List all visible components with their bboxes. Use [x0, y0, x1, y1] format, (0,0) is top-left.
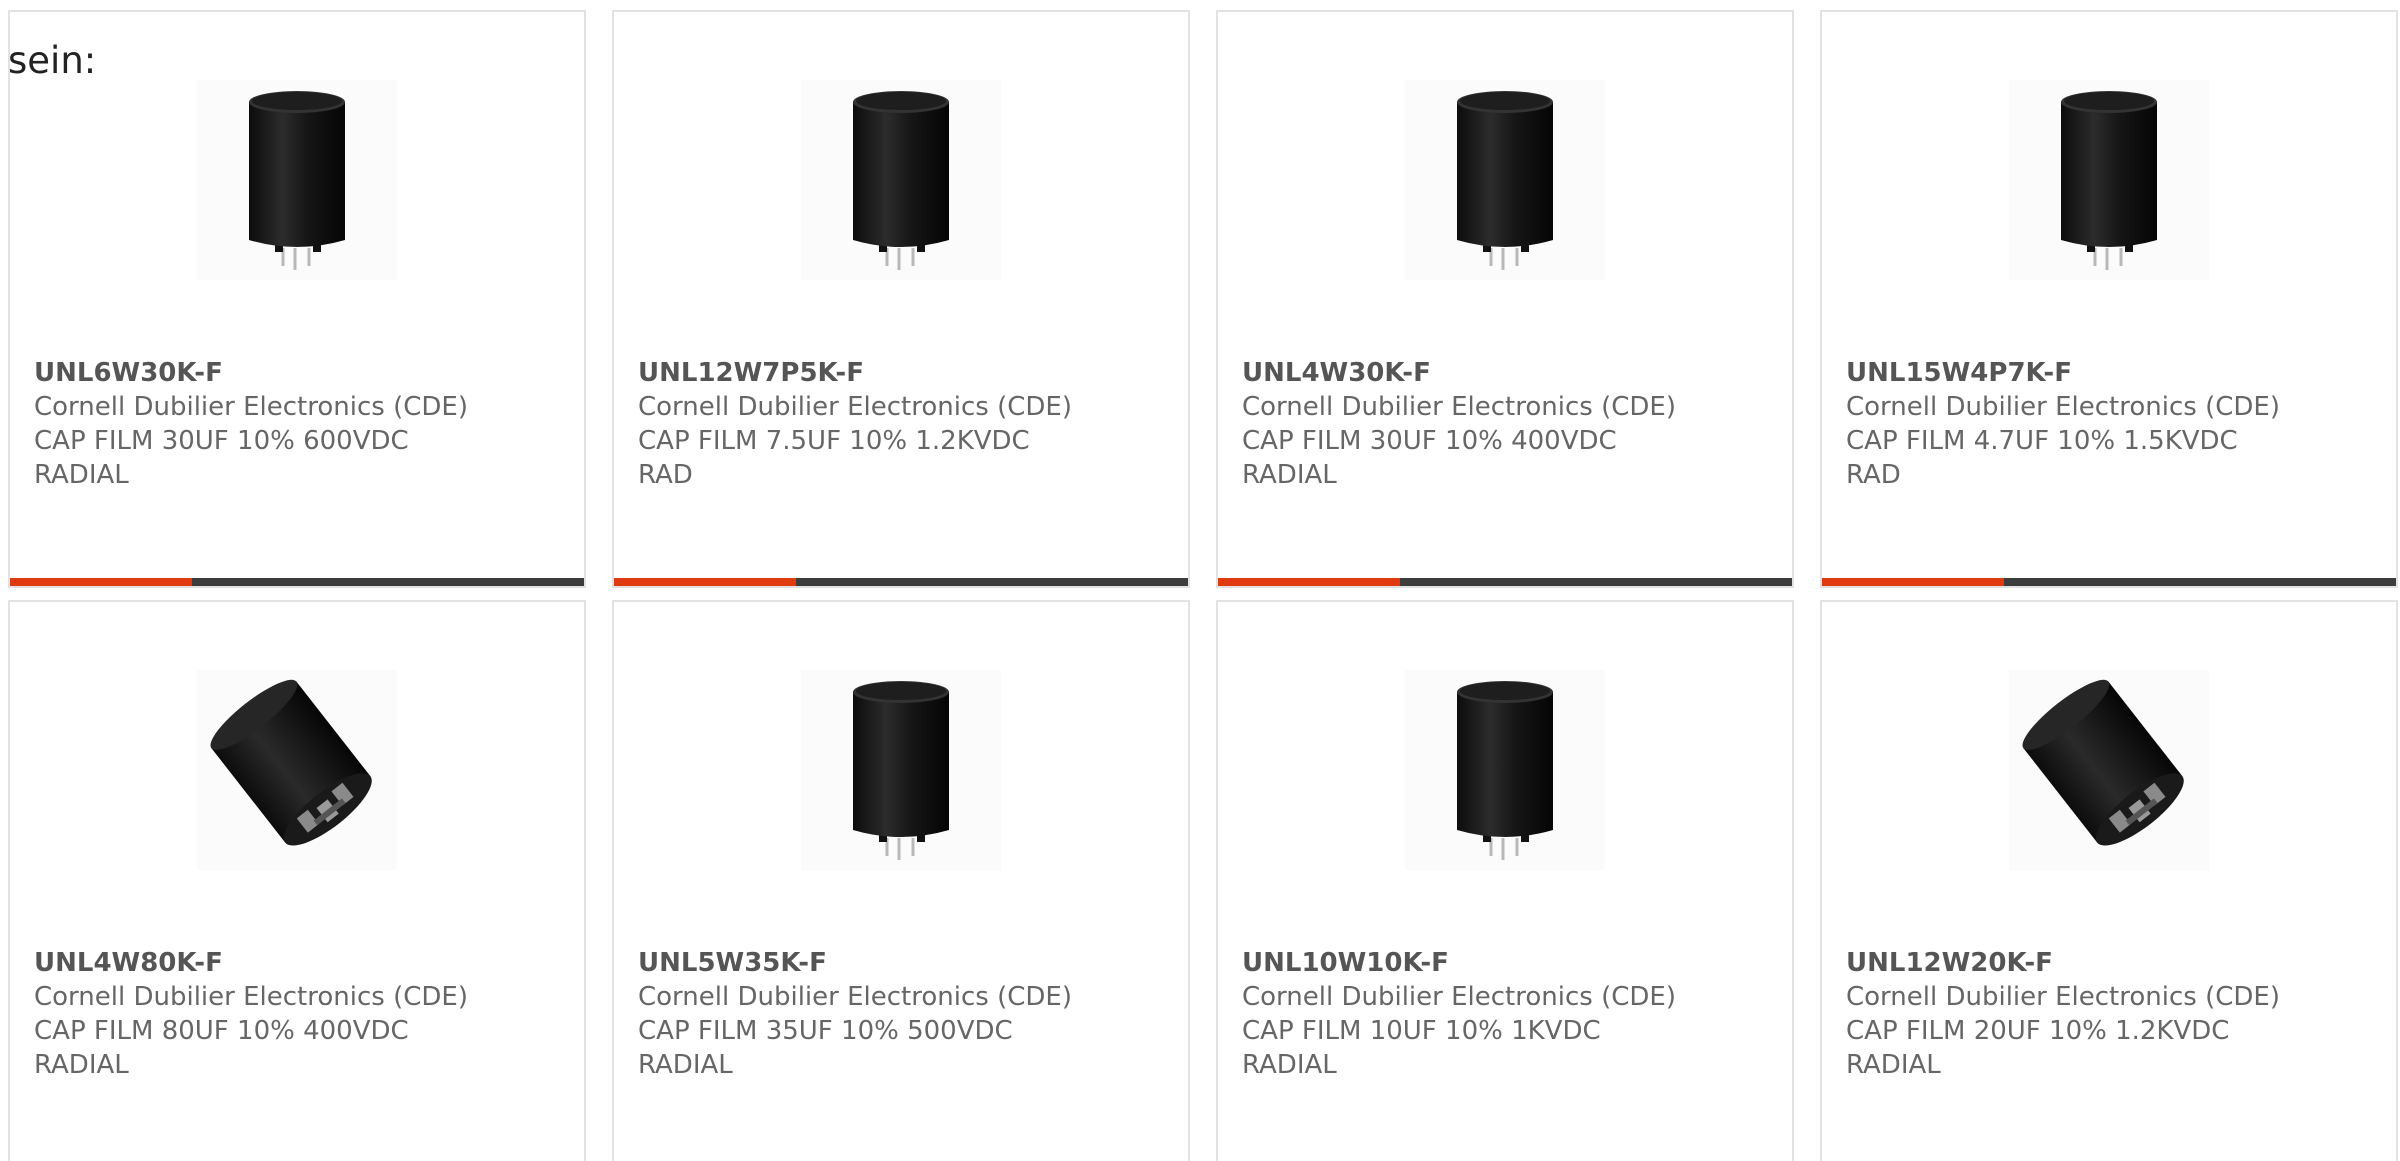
part-number-link[interactable]: UNL15W4P7K-F	[1846, 356, 2376, 390]
part-number-link[interactable]: UNL12W7P5K-F	[638, 356, 1168, 390]
capacitor-upright-icon[interactable]	[197, 80, 397, 280]
product-card[interactable]: UNL5W35K-F Cornell Dubilier Electronics …	[612, 600, 1190, 1161]
manufacturer-name: Cornell Dubilier Electronics (CDE)	[1242, 392, 1676, 422]
part-number-link[interactable]: UNL12W20K-F	[1846, 946, 2376, 980]
product-description-continued: RADIAL	[1242, 1050, 1337, 1080]
product-card[interactable]: UNL12W7P5K-F Cornell Dubilier Electronic…	[612, 10, 1190, 588]
card-bar-accent	[1218, 578, 1400, 586]
capacitor-upright-icon[interactable]	[801, 670, 1001, 870]
capacitor-upright-icon[interactable]	[801, 80, 1001, 280]
product-card[interactable]: UNL4W30K-F Cornell Dubilier Electronics …	[1216, 10, 1794, 588]
product-description-continued: RAD	[1846, 460, 1901, 490]
product-card[interactable]: UNL12W20K-F Cornell Dubilier Electronics…	[1820, 600, 2398, 1161]
manufacturer-name: Cornell Dubilier Electronics (CDE)	[34, 982, 468, 1012]
product-description: CAP FILM 35UF 10% 500VDC	[638, 1016, 1013, 1046]
product-description-continued: RADIAL	[638, 1050, 733, 1080]
product-grid: UNL6W30K-F Cornell Dubilier Electronics …	[8, 10, 2398, 1161]
product-info: UNL5W35K-F Cornell Dubilier Electronics …	[638, 946, 1168, 1082]
product-card[interactable]: UNL6W30K-F Cornell Dubilier Electronics …	[8, 10, 586, 588]
manufacturer-name: Cornell Dubilier Electronics (CDE)	[638, 392, 1072, 422]
manufacturer-name: Cornell Dubilier Electronics (CDE)	[1242, 982, 1676, 1012]
product-card[interactable]: UNL4W80K-F Cornell Dubilier Electronics …	[8, 600, 586, 1161]
product-info: UNL6W30K-F Cornell Dubilier Electronics …	[34, 356, 564, 492]
capacitor-upright-icon[interactable]	[2009, 80, 2209, 280]
product-card[interactable]: UNL10W10K-F Cornell Dubilier Electronics…	[1216, 600, 1794, 1161]
product-description: CAP FILM 10UF 10% 1KVDC	[1242, 1016, 1601, 1046]
manufacturer-name: Cornell Dubilier Electronics (CDE)	[638, 982, 1072, 1012]
product-description: CAP FILM 20UF 10% 1.2KVDC	[1846, 1016, 2230, 1046]
manufacturer-name: Cornell Dubilier Electronics (CDE)	[1846, 982, 2280, 1012]
product-info: UNL15W4P7K-F Cornell Dubilier Electronic…	[1846, 356, 2376, 492]
product-description: CAP FILM 80UF 10% 400VDC	[34, 1016, 409, 1046]
manufacturer-name: Cornell Dubilier Electronics (CDE)	[34, 392, 468, 422]
part-number-link[interactable]: UNL4W30K-F	[1242, 356, 1772, 390]
product-description: CAP FILM 30UF 10% 400VDC	[1242, 426, 1617, 456]
product-description: CAP FILM 4.7UF 10% 1.5KVDC	[1846, 426, 2238, 456]
card-bottom-bar	[1218, 578, 1792, 586]
card-bar-accent	[10, 578, 192, 586]
intro-text: sein:	[8, 39, 97, 82]
capacitor-upright-icon[interactable]	[1405, 670, 1605, 870]
card-bottom-bar	[1822, 578, 2396, 586]
product-info: UNL12W7P5K-F Cornell Dubilier Electronic…	[638, 356, 1168, 492]
product-info: UNL10W10K-F Cornell Dubilier Electronics…	[1242, 946, 1772, 1082]
product-page: UNL6W30K-F Cornell Dubilier Electronics …	[0, 0, 2400, 1161]
product-description-continued: RADIAL	[34, 460, 129, 490]
card-bar-accent	[1822, 578, 2004, 586]
product-description-continued: RADIAL	[1846, 1050, 1941, 1080]
product-description-continued: RADIAL	[34, 1050, 129, 1080]
product-info: UNL12W20K-F Cornell Dubilier Electronics…	[1846, 946, 2376, 1082]
capacitor-tilted-icon[interactable]	[2009, 670, 2209, 870]
product-description-continued: RADIAL	[1242, 460, 1337, 490]
card-bar-accent	[614, 578, 796, 586]
product-card[interactable]: UNL15W4P7K-F Cornell Dubilier Electronic…	[1820, 10, 2398, 588]
manufacturer-name: Cornell Dubilier Electronics (CDE)	[1846, 392, 2280, 422]
product-description-continued: RAD	[638, 460, 693, 490]
capacitor-upright-icon[interactable]	[1405, 80, 1605, 280]
product-info: UNL4W30K-F Cornell Dubilier Electronics …	[1242, 356, 1772, 492]
part-number-link[interactable]: UNL6W30K-F	[34, 356, 564, 390]
card-bottom-bar	[10, 578, 584, 586]
part-number-link[interactable]: UNL4W80K-F	[34, 946, 564, 980]
product-description: CAP FILM 7.5UF 10% 1.2KVDC	[638, 426, 1030, 456]
product-description: CAP FILM 30UF 10% 600VDC	[34, 426, 409, 456]
part-number-link[interactable]: UNL5W35K-F	[638, 946, 1168, 980]
card-bottom-bar	[614, 578, 1188, 586]
product-info: UNL4W80K-F Cornell Dubilier Electronics …	[34, 946, 564, 1082]
capacitor-tilted-icon[interactable]	[197, 670, 397, 870]
part-number-link[interactable]: UNL10W10K-F	[1242, 946, 1772, 980]
